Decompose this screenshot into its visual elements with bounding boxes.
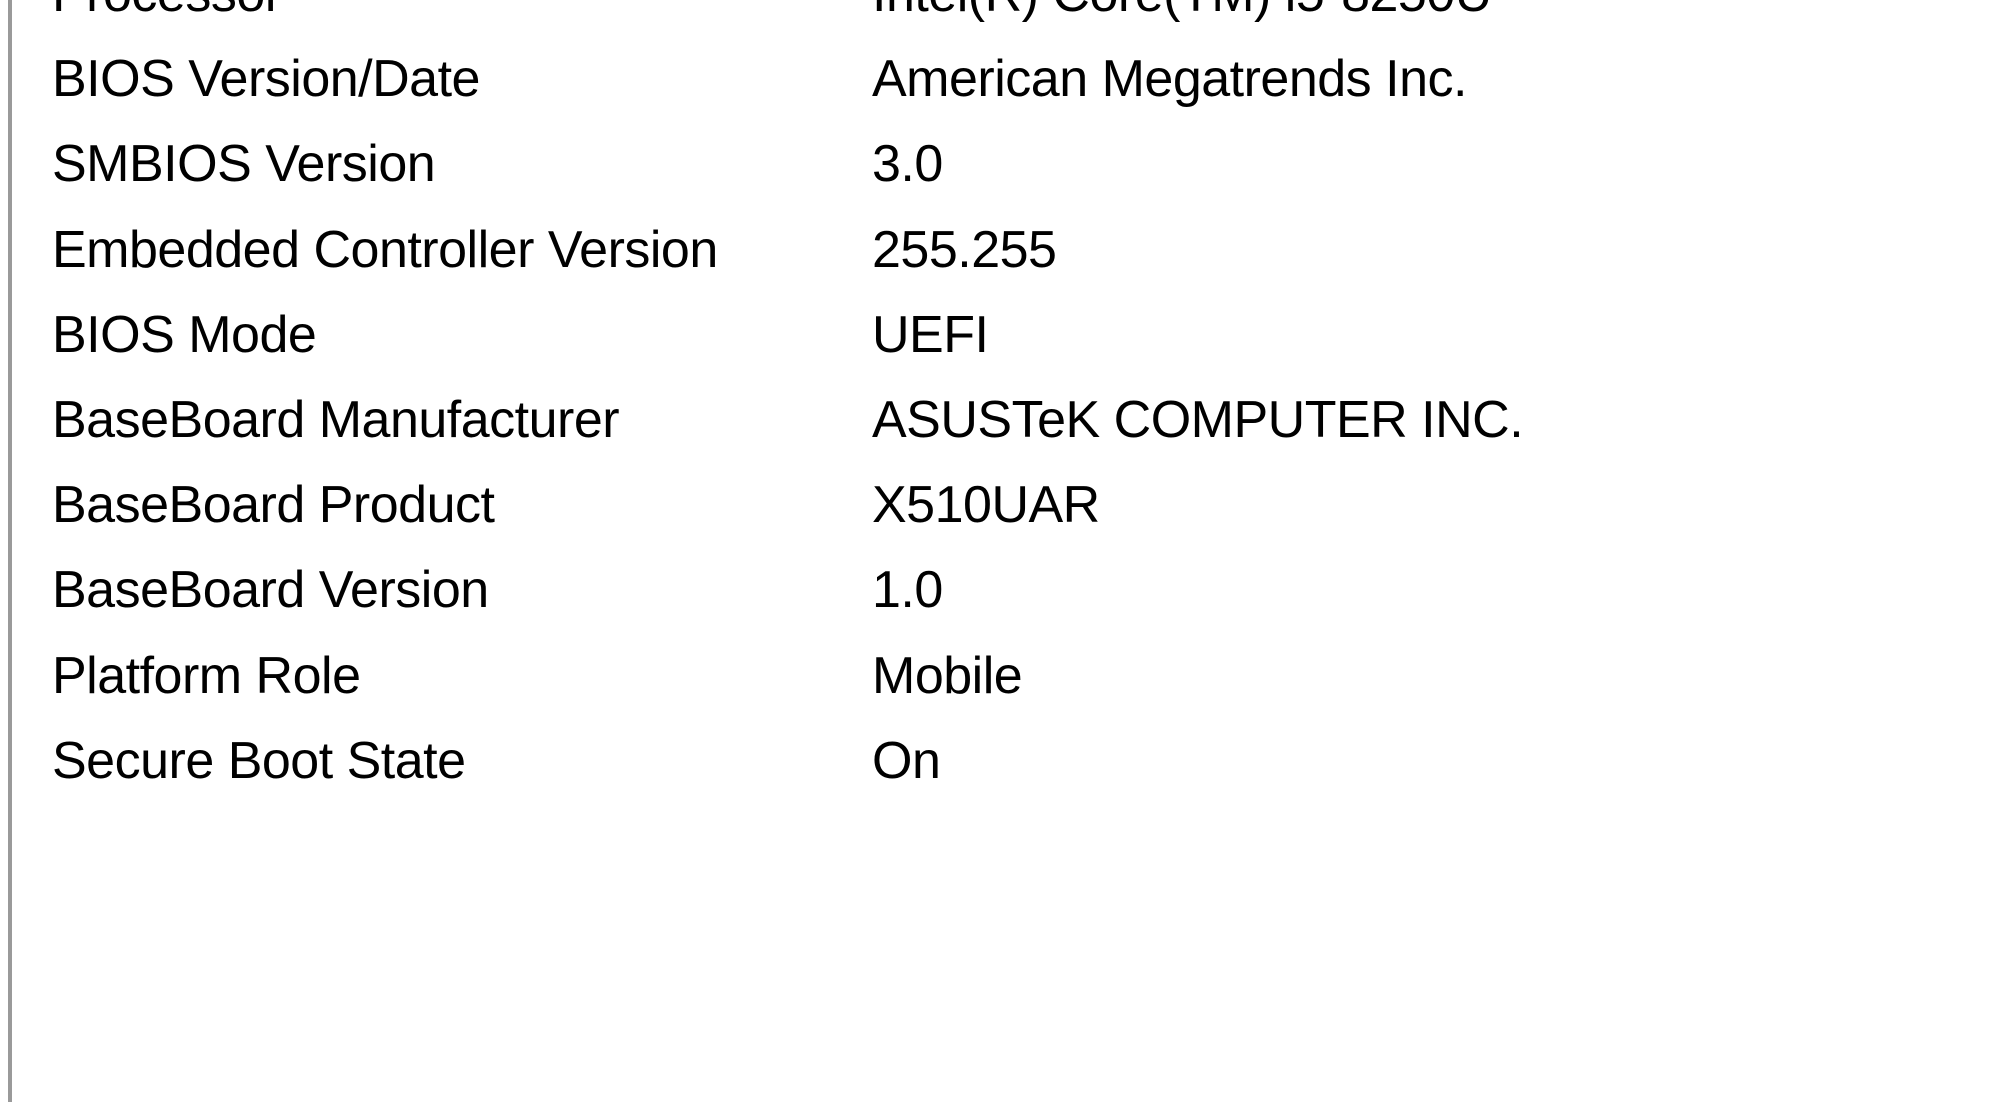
row-label-bios-version-date: BIOS Version/Date [52, 49, 872, 109]
system-info-panel: Processor Intel(R) Core(TM) i5-8250U BIO… [0, 0, 2000, 1102]
row-value-baseboard-version: 1.0 [872, 560, 943, 620]
table-row: Processor Intel(R) Core(TM) i5-8250U [52, 0, 2000, 49]
table-row: BaseBoard Version 1.0 [52, 560, 2000, 645]
row-value-processor: Intel(R) Core(TM) i5-8250U [872, 0, 1492, 24]
row-value-embedded-controller-version: 255.255 [872, 220, 1056, 280]
system-info-table: Processor Intel(R) Core(TM) i5-8250U BIO… [12, 0, 2000, 816]
row-label-processor: Processor [52, 0, 872, 24]
row-value-bios-version-date: American Megatrends Inc. [872, 49, 1467, 109]
row-label-baseboard-version: BaseBoard Version [52, 560, 872, 620]
row-value-baseboard-product: X510UAR [872, 475, 1100, 535]
row-value-bios-mode: UEFI [872, 305, 988, 365]
row-value-smbios-version: 3.0 [872, 134, 943, 194]
row-label-embedded-controller-version: Embedded Controller Version [52, 220, 872, 280]
table-row: BIOS Mode UEFI [52, 305, 2000, 390]
panel-left-border [8, 0, 12, 1102]
row-label-baseboard-manufacturer: BaseBoard Manufacturer [52, 390, 872, 450]
row-label-bios-mode: BIOS Mode [52, 305, 872, 365]
row-label-smbios-version: SMBIOS Version [52, 134, 872, 194]
row-value-secure-boot-state: On [872, 731, 940, 791]
table-row: Platform Role Mobile [52, 646, 2000, 731]
table-row: Secure Boot State On [52, 731, 2000, 816]
table-row: SMBIOS Version 3.0 [52, 134, 2000, 219]
row-value-platform-role: Mobile [872, 646, 1022, 706]
table-row: BIOS Version/Date American Megatrends In… [52, 49, 2000, 134]
table-row: BaseBoard Product X510UAR [52, 475, 2000, 560]
row-value-baseboard-manufacturer: ASUSTeK COMPUTER INC. [872, 390, 1523, 450]
row-label-secure-boot-state: Secure Boot State [52, 731, 872, 791]
row-label-baseboard-product: BaseBoard Product [52, 475, 872, 535]
table-row: BaseBoard Manufacturer ASUSTeK COMPUTER … [52, 390, 2000, 475]
table-row: Embedded Controller Version 255.255 [52, 220, 2000, 305]
row-label-platform-role: Platform Role [52, 646, 872, 706]
